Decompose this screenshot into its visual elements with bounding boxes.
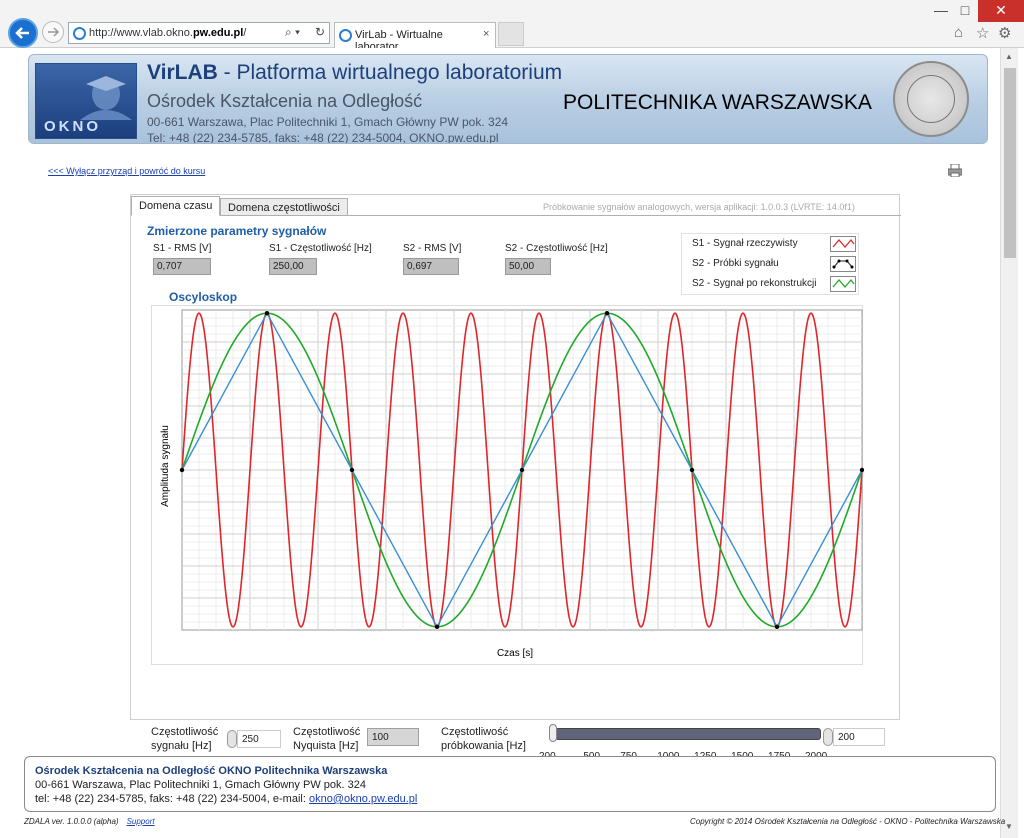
home-icon[interactable]: ⌂ [954,24,963,41]
url-text: http://www.vlab.okno.pw.edu.pl/ [89,27,247,39]
footer-copyright: Copyright © 2014 Ośrodek Kształcenia na … [690,817,1006,826]
page-content: OKNO VirLAB - Platforma wirtualnego labo… [8,48,1005,838]
sample-point [604,311,610,316]
browser-tab-active[interactable]: VirLab - Wirtualne laborator... × [334,22,496,53]
favorites-icon[interactable]: ☆ [976,24,989,42]
back-button[interactable] [8,18,38,48]
page-scrollbar[interactable]: ▲ ▼ [1000,48,1018,838]
virtual-instrument-panel: Domena czasu Domena częstotliwości Próbk… [130,194,901,762]
header-banner: OKNO VirLAB - Platforma wirtualnego labo… [28,54,988,144]
browser-chrome: — □ ✕ http://www.vlab.okno.pw.edu.pl/ ⌕ … [0,0,1024,53]
okno-logo: OKNO [35,63,137,139]
signal-freq-label: Częstotliwość sygnału [Hz] [151,726,219,752]
sample-point [774,624,780,629]
nyquist-freq-value: 100 [367,728,419,746]
footer-org: Ośrodek Kształcenia na Odległość OKNO Po… [35,765,388,777]
param-label: S1 - RMS [V] [153,243,212,254]
close-window-button[interactable]: ✕ [978,0,1024,22]
plot-legend: S1 - Sygnał rzeczywisty S2 - Próbki sygn… [681,233,859,295]
legend-swatch-samples [830,256,856,272]
footer-version: ZDALA ver. 1.0.0.0 (alpha) Support [24,817,155,826]
scroll-down-icon[interactable]: ▼ [1005,822,1013,831]
banner-contact: Tel: +48 (22) 234-5785, faks: +48 (22) 2… [147,131,499,144]
legend-item-reconstructed: S2 - Sygnał po rekonstrukcji [692,278,817,289]
sample-point [179,467,185,473]
oscilloscope-svg: Amplituda sygnału Czas [s] [160,309,864,659]
banner-address: 00-661 Warszawa, Plac Politechniki 1, Gm… [147,115,509,129]
sample-point [859,467,864,473]
oscilloscope-chart: Amplituda sygnału Czas [s] [151,305,864,665]
tab-close-icon[interactable]: × [483,28,489,40]
param-value: 0,697 [403,258,459,275]
param-label: S1 - Częstotliwość [Hz] [269,243,372,254]
legend-item-real: S1 - Sygnał rzeczywisty [692,238,798,249]
ie-page-icon [73,27,86,40]
page-footer: Ośrodek Kształcenia na Odległość OKNO Po… [24,756,996,812]
sample-point [519,467,525,473]
param-value: 50,00 [505,258,551,275]
sample-point [689,467,695,473]
university-name: POLITECHNIKA WARSZAWSKA [563,91,872,114]
scroll-thumb[interactable] [1004,68,1016,258]
banner-title: VirLAB - Platforma wirtualnego laborator… [147,61,563,84]
scroll-up-icon[interactable]: ▲ [1005,52,1013,61]
minimize-button[interactable]: — [930,0,952,22]
support-link[interactable]: Support [127,817,155,826]
footer-email-link[interactable]: okno@okno.pw.edu.pl [309,793,417,805]
back-to-course-link[interactable]: <<< Wyłącz przyrząd i powróć do kursu [48,166,205,176]
search-dropdown-icon[interactable]: ⌕ ▾ [285,25,300,40]
tab-time-domain[interactable]: Domena czasu [131,196,221,216]
forward-button[interactable] [42,21,64,43]
signal-freq-input[interactable]: 250 [237,730,281,748]
sampling-freq-slider-thumb[interactable] [549,724,557,742]
maximize-button[interactable]: □ [954,0,976,22]
forward-arrow-icon [48,27,60,37]
param-label: S2 - Częstotliwość [Hz] [505,243,608,254]
nyquist-freq-label: Częstotliwość Nyquista [Hz] [293,726,361,752]
address-bar[interactable]: http://www.vlab.okno.pw.edu.pl/ ⌕ ▾ ↻ [68,22,330,44]
legend-item-samples: S2 - Próbki sygnału [692,258,779,269]
refresh-icon[interactable]: ↻ [315,25,325,39]
scope-title: Oscyloskop [169,290,238,304]
new-tab-button[interactable] [498,22,524,46]
ie-tab-icon [339,29,352,42]
app-version: Próbkowanie sygnałów analogowych, wersja… [543,202,855,212]
banner-org: Ośrodek Kształcenia na Odległość [147,91,423,111]
signal-freq-spinner[interactable] [227,730,237,748]
sample-point [349,467,355,473]
settings-icon[interactable]: ⚙ [998,24,1011,42]
sampling-freq-input[interactable]: 200 [833,728,885,746]
sample-point [434,624,440,629]
legend-swatch-real [830,236,856,252]
sample-point [264,311,270,316]
sampling-freq-spinner[interactable] [823,728,833,746]
university-seal [893,61,969,137]
param-value: 0,707 [153,258,211,275]
param-value: 250,00 [269,258,317,275]
y-axis-label: Amplituda sygnału [160,425,171,507]
legend-swatch-reconstructed [830,276,856,292]
params-title: Zmierzone parametry sygnałów [147,224,327,238]
param-label: S2 - RMS [V] [403,243,462,254]
graduate-silhouette-icon [80,76,132,120]
footer-address: 00-661 Warszawa, Plac Politechniki 1, Gm… [35,779,366,791]
back-arrow-icon [15,27,29,39]
logo-text: OKNO [44,118,101,135]
footer-contact: tel: +48 (22) 234-5785, faks: +48 (22) 2… [35,793,418,805]
sampling-freq-slider[interactable] [555,728,821,740]
x-axis-label: Czas [s] [497,648,533,659]
tab-frequency-domain[interactable]: Domena częstotliwości [220,198,348,216]
sampling-freq-label: Częstotliwość próbkowania [Hz] [441,726,526,752]
print-icon[interactable] [948,164,962,177]
